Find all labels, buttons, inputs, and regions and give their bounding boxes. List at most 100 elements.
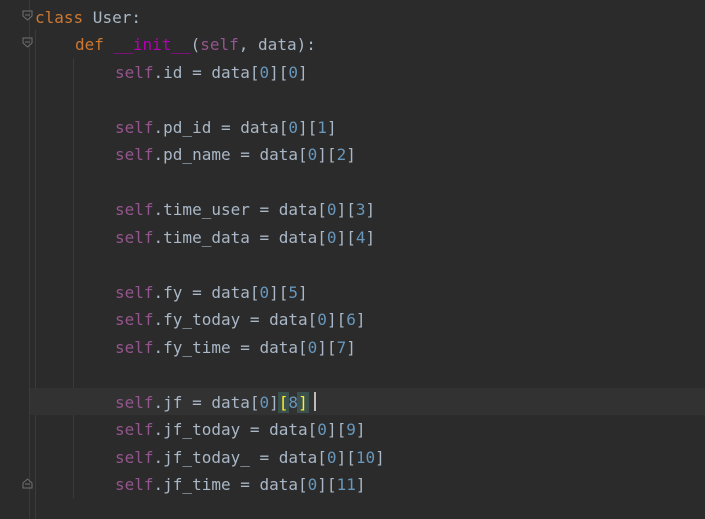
code-line[interactable]: class User:: [35, 4, 141, 31]
number: 9: [346, 420, 356, 439]
code-text: ]: [346, 338, 356, 357]
number: 0: [307, 338, 318, 357]
code-line[interactable]: self.time_user = data[0][3]: [115, 196, 375, 223]
code-line[interactable]: self.fy_today = data[0][6]: [115, 306, 365, 333]
keyword-class: class: [35, 8, 84, 27]
self-ref: self: [115, 338, 154, 357]
code-text: ]: [365, 228, 376, 247]
number: 7: [336, 338, 347, 357]
indent-guide: [73, 58, 74, 498]
self-ref: self: [115, 310, 154, 329]
code-line[interactable]: self.fy_time = data[0][7]: [115, 334, 356, 361]
number: 0: [259, 393, 270, 412]
code-text: ]: [269, 393, 279, 412]
code-line[interactable]: self.time_data = data[0][4]: [115, 224, 375, 251]
code-text: ]: [365, 200, 376, 219]
self-ref: self: [115, 475, 154, 494]
code-text: .fy_time = data[: [153, 338, 308, 357]
number: 0: [317, 310, 327, 329]
code-text: .pd_name = data[: [153, 145, 308, 164]
code-text: ]: [298, 63, 308, 82]
fold-collapse-icon[interactable]: [22, 37, 33, 48]
code-text: ][: [269, 63, 289, 82]
code-line[interactable]: self.jf_today_ = data[0][10]: [115, 444, 385, 471]
code-text: ][: [336, 448, 356, 467]
code-text: ][: [298, 118, 318, 137]
code-text: .jf_today = data[: [153, 420, 318, 439]
number: 0: [288, 118, 299, 137]
code-text: .jf = data[: [153, 393, 260, 412]
code-line[interactable]: self.id = data[0][0]: [115, 59, 308, 86]
self-ref: self: [115, 118, 154, 137]
number: 6: [346, 310, 356, 329]
code-text: ]: [326, 118, 337, 137]
code-text: ]: [298, 283, 308, 302]
code-text: ][: [317, 475, 337, 494]
number: 0: [307, 475, 318, 494]
code-line[interactable]: def __init__(self, data):: [75, 31, 316, 58]
code-text: ]: [355, 310, 366, 329]
code-text: ][: [317, 145, 337, 164]
gutter-divider: [29, 0, 30, 519]
number: 0: [326, 448, 337, 467]
code-text: .fy = data[: [153, 283, 260, 302]
paren: (: [190, 35, 201, 54]
number: 0: [326, 200, 337, 219]
code-line[interactable]: self.pd_name = data[0][2]: [115, 141, 356, 168]
number: 5: [288, 283, 299, 302]
fold-collapse-icon[interactable]: [22, 10, 33, 21]
number: 0: [288, 63, 299, 82]
code-editor[interactable]: class User: def __init__(self, data): se…: [0, 0, 705, 519]
code-text: ][: [326, 310, 347, 329]
indent-guide: [35, 30, 36, 519]
keyword-def: def: [75, 35, 104, 54]
number: 0: [259, 283, 270, 302]
number: 10: [355, 448, 376, 467]
self-ref: self: [115, 145, 154, 164]
number: 1: [317, 118, 327, 137]
code-text: .pd_id = data[: [153, 118, 289, 137]
code-line[interactable]: self.jf_time = data[0][11]: [115, 471, 365, 498]
number: 0: [259, 63, 270, 82]
code-line-current[interactable]: self.jf = data[0][8]: [115, 389, 309, 416]
self-ref: self: [115, 200, 154, 219]
self-param: self: [200, 35, 239, 54]
code-line[interactable]: self.fy = data[0][5]: [115, 279, 308, 306]
number: 11: [336, 475, 356, 494]
code-text: ][: [326, 420, 347, 439]
fold-end-icon[interactable]: [22, 478, 33, 489]
code-text: .time_data = data[: [153, 228, 327, 247]
self-ref: self: [115, 393, 154, 412]
number: 0: [317, 420, 327, 439]
self-ref: self: [115, 63, 154, 82]
editor-gutter[interactable]: [0, 0, 30, 519]
code-line[interactable]: self.pd_id = data[0][1]: [115, 114, 337, 141]
class-name: User:: [83, 8, 141, 27]
code-text: .jf_time = data[: [153, 475, 308, 494]
code-text: ]: [355, 420, 366, 439]
self-ref: self: [115, 283, 154, 302]
self-ref: self: [115, 448, 154, 467]
self-ref: self: [115, 420, 154, 439]
code-line[interactable]: self.jf_today = data[0][9]: [115, 416, 365, 443]
code-text: ][: [317, 338, 337, 357]
code-text: ][: [336, 200, 356, 219]
code-text: ]: [346, 145, 356, 164]
code-text: .fy_today = data[: [153, 310, 318, 329]
code-text: ][: [269, 283, 289, 302]
bracket-match-open: [: [277, 392, 290, 413]
bracket-match-close: ]: [297, 392, 309, 413]
code-text: .jf_today_ = data[: [153, 448, 327, 467]
text-caret: [314, 392, 316, 411]
code-text: ]: [355, 475, 366, 494]
code-text: ]: [375, 448, 385, 467]
number: 0: [326, 228, 337, 247]
code-text: .time_user = data[: [153, 200, 327, 219]
function-name: __init__: [113, 35, 191, 54]
self-ref: self: [115, 228, 154, 247]
number: 2: [336, 145, 347, 164]
code-text: .id = data[: [153, 63, 260, 82]
code-text: ][: [336, 228, 356, 247]
params: , data):: [238, 35, 316, 54]
